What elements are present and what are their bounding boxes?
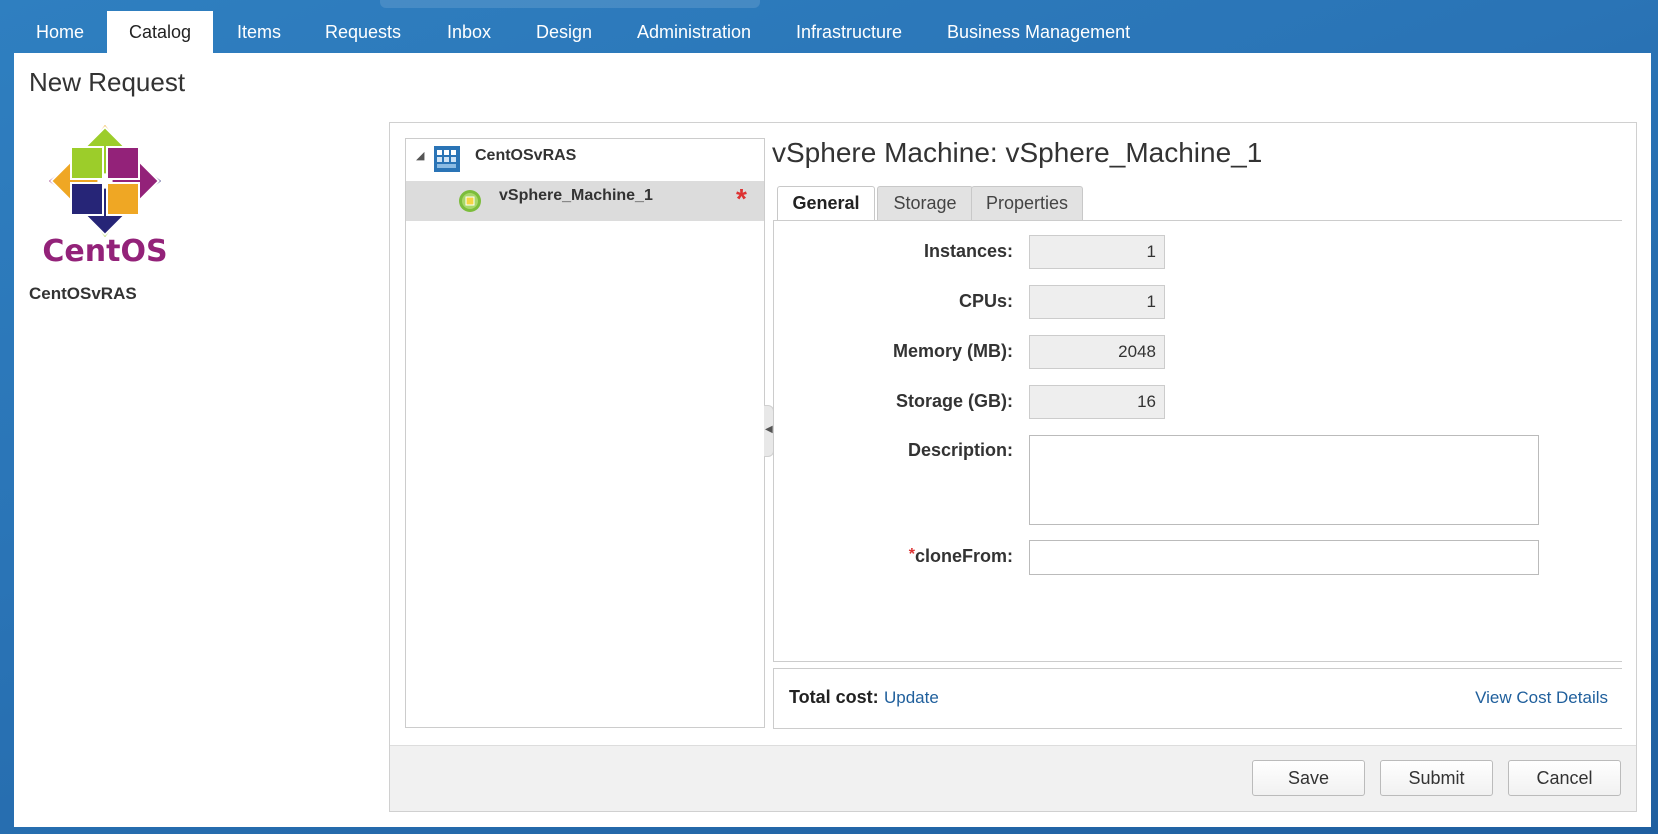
clone-from-label-wrap: *cloneFrom: — [793, 546, 1013, 567]
memory-field[interactable] — [1029, 335, 1165, 369]
cancel-button[interactable]: Cancel — [1508, 760, 1621, 796]
submit-button[interactable]: Submit — [1380, 760, 1493, 796]
tree-child-label: vSphere_Machine_1 — [499, 187, 653, 204]
centos-logo: CentOS — [42, 125, 168, 269]
instances-label: Instances: — [923, 241, 1013, 261]
cpus-label: CPUs: — [958, 291, 1013, 311]
nav-tab-design[interactable]: Design — [536, 11, 592, 53]
nav-tab-catalog[interactable]: Catalog — [107, 11, 213, 53]
collapse-left-icon: ◀ — [765, 424, 773, 435]
storage-field[interactable] — [1029, 385, 1165, 419]
nav-tab-items[interactable]: Items — [237, 11, 281, 53]
clone-from-label: cloneFrom: — [914, 546, 1013, 566]
tab-general[interactable]: General — [777, 186, 875, 222]
top-navigation: Home Catalog Items Requests Inbox Design… — [0, 0, 1658, 53]
cost-bar: Total cost: Update View Cost Details — [773, 668, 1622, 729]
page-title: New Request — [29, 67, 186, 97]
view-cost-details-link[interactable]: View Cost Details — [1475, 688, 1608, 708]
tab-properties[interactable]: Properties — [971, 186, 1083, 221]
storage-label: Storage (GB): — [896, 391, 1013, 411]
catalog-item-name: CentOSvRAS — [29, 284, 137, 303]
clone-from-field[interactable] — [1029, 540, 1539, 575]
nav-tab-infrastructure[interactable]: Infrastructure — [796, 11, 902, 53]
nav-tab-business-management[interactable]: Business Management — [947, 11, 1130, 53]
tree-root-label: CentOSvRAS — [475, 147, 577, 164]
tree-node-root[interactable]: ◢ CentOSvRAS — [406, 139, 764, 179]
blueprint-icon — [434, 146, 460, 172]
nav-tab-home[interactable]: Home — [36, 11, 84, 53]
machine-icon — [459, 190, 481, 212]
description-label: Description: — [907, 440, 1013, 460]
description-field[interactable] — [1029, 435, 1539, 525]
memory-label: Memory (MB): — [893, 341, 1013, 361]
instances-field[interactable] — [1029, 235, 1165, 269]
nav-tab-inbox[interactable]: Inbox — [447, 11, 491, 53]
tab-storage[interactable]: Storage — [877, 186, 973, 221]
nav-tab-administration[interactable]: Administration — [637, 11, 751, 53]
machine-title: vSphere Machine: vSphere_Machine_1 — [772, 137, 1263, 168]
collapse-triangle-icon[interactable]: ◢ — [416, 149, 424, 162]
component-tree: ◢ CentOSvRAS vSphere_Machine_1 * — [405, 138, 765, 728]
save-button[interactable]: Save — [1252, 760, 1365, 796]
required-indicator: * — [736, 183, 747, 214]
cpus-field[interactable] — [1029, 285, 1165, 319]
total-cost-label: Total cost: — [789, 687, 879, 707]
centos-logo-text: CentOS — [42, 234, 167, 269]
update-cost-link[interactable]: Update — [884, 688, 939, 708]
nav-tab-requests[interactable]: Requests — [325, 11, 401, 53]
tree-node-vsphere-machine[interactable]: vSphere_Machine_1 * — [406, 181, 764, 221]
